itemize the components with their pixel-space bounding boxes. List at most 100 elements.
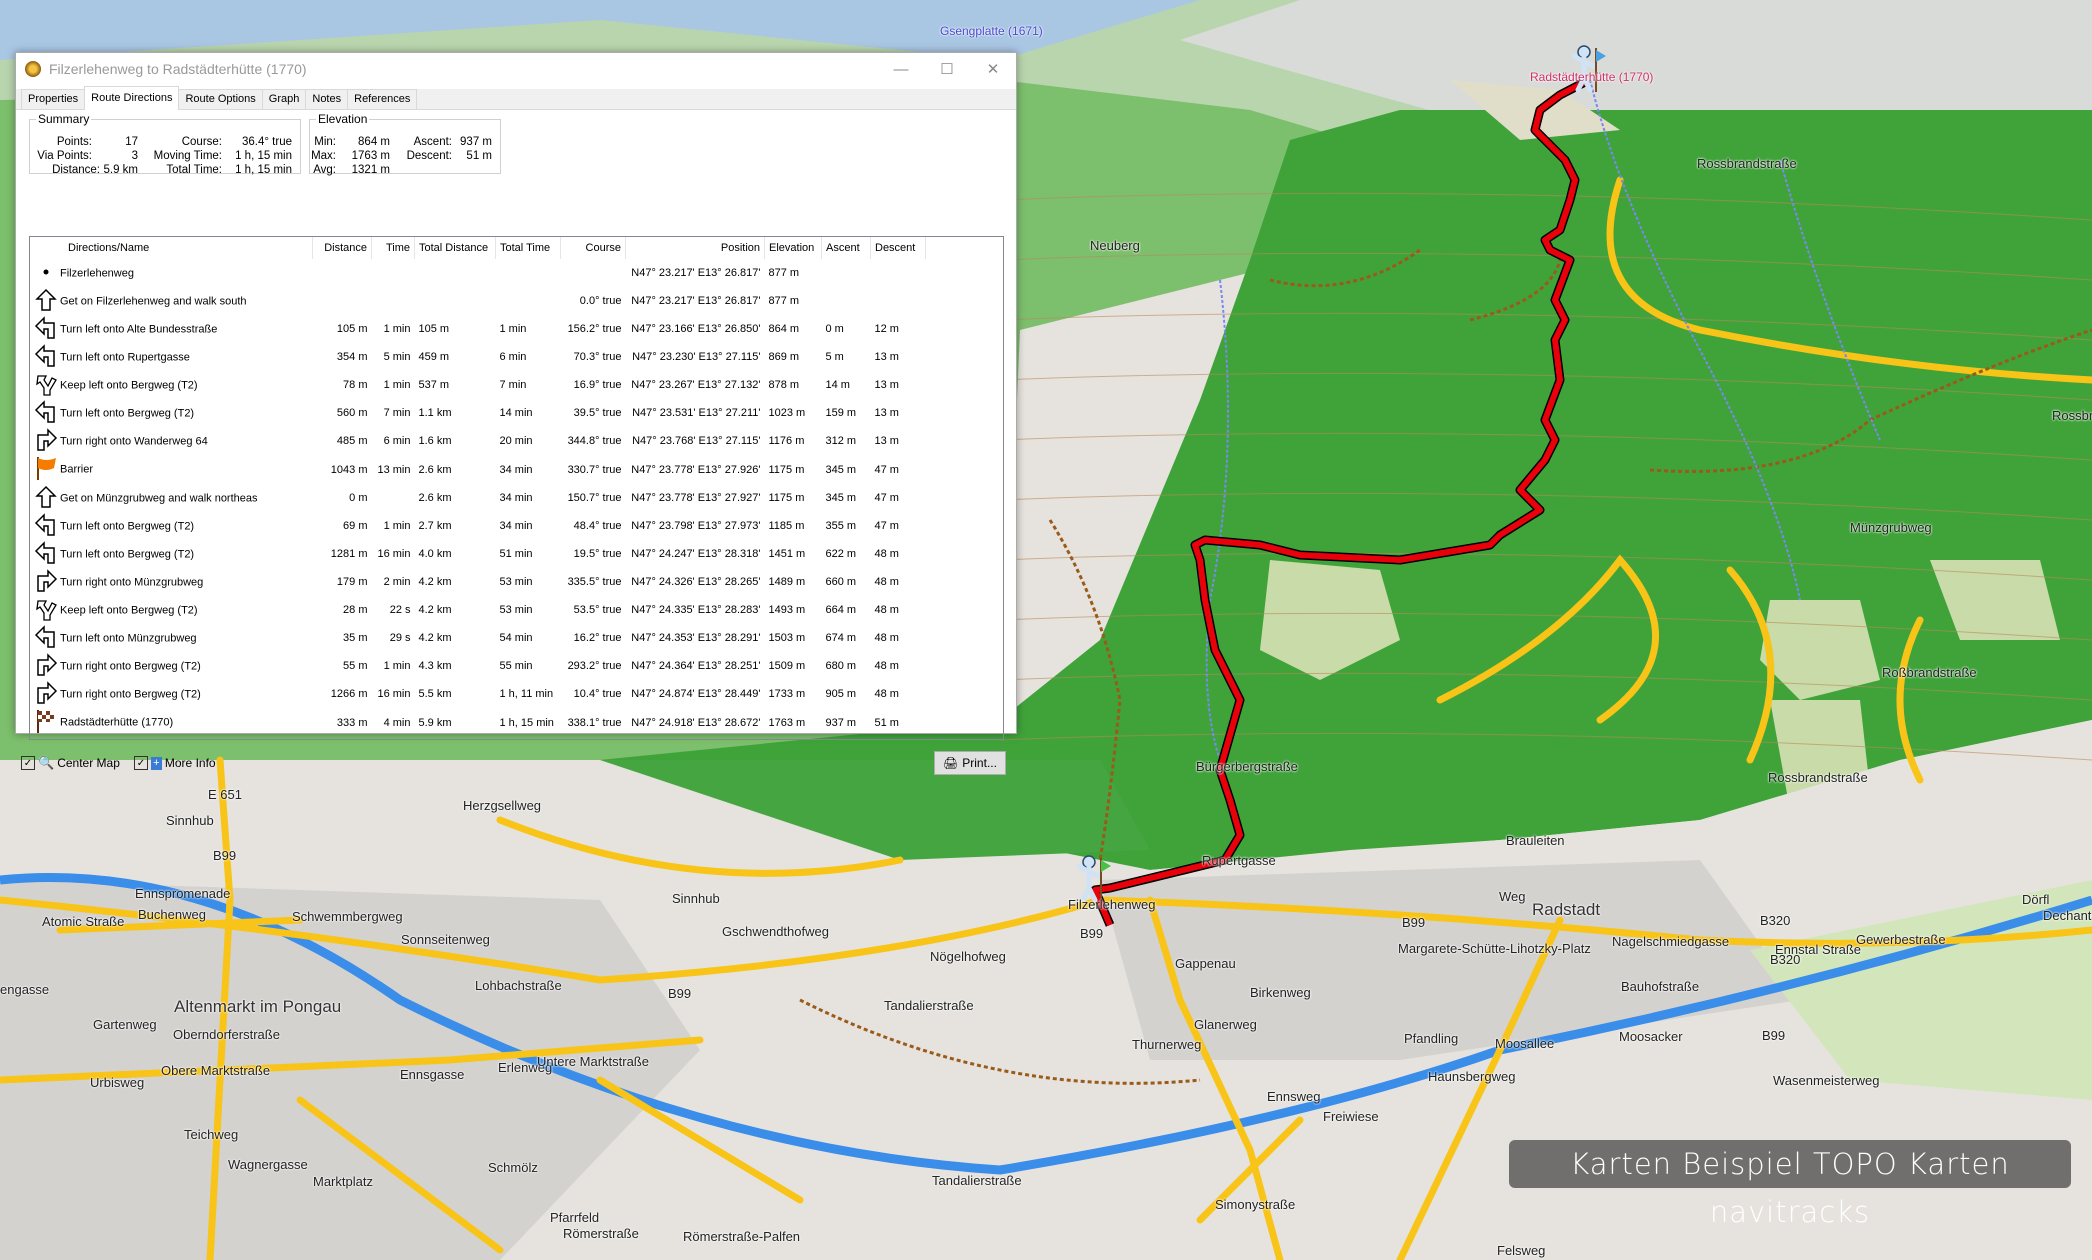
- col-header-total-distance[interactable]: Total Distance: [414, 237, 496, 259]
- title-bar[interactable]: Filzerlehenweg to Radstädterhütte (1770)…: [16, 53, 1016, 85]
- cell-position: N47° 24.247' E13° 28.318': [631, 548, 761, 560]
- tab-notes[interactable]: Notes: [305, 89, 349, 109]
- cell-total-distance: 1.6 km: [418, 435, 452, 447]
- map-label: Lohbachstraße: [475, 978, 562, 993]
- turn-left-icon: [32, 540, 60, 568]
- map-label: Tandalierstraße: [932, 1173, 1022, 1188]
- more-info-label[interactable]: More Info: [165, 756, 216, 770]
- col-header-elevation[interactable]: Elevation: [764, 237, 822, 259]
- cell-elevation: 878 m: [768, 379, 800, 391]
- cell-ascent: 0 m: [825, 323, 844, 335]
- cell-ascent: 660 m: [825, 576, 857, 588]
- table-header-row: Directions/Name Distance Time Total Dist…: [30, 237, 926, 259]
- cell-position: N47° 23.217' E13° 26.817': [631, 267, 761, 279]
- tab-route-options[interactable]: Route Options: [178, 89, 263, 109]
- dialog-footer: ✓ 🔍 Center Map ✓ + More Info 🖨 Print...: [21, 750, 1006, 776]
- cell-elevation: 1493 m: [768, 604, 806, 616]
- cell-name: Turn left onto Rupertgasse: [30, 343, 313, 371]
- minimize-button[interactable]: —: [878, 53, 924, 85]
- cell-position: N47° 24.326' E13° 28.265': [631, 576, 761, 588]
- cell-time: 13 min: [377, 463, 411, 476]
- elevation-group: Elevation Min: 864 m Max: 1763 m Avg: 13…: [309, 112, 501, 176]
- cell-total-distance: 5.9 km: [418, 716, 452, 729]
- direction-name: Turn left onto Münzgrubweg: [60, 632, 197, 644]
- print-button[interactable]: 🖨 Print...: [934, 751, 1006, 775]
- table-row[interactable]: Turn right onto Münzgrubweg 179 m 2 min 4.2…: [30, 568, 926, 596]
- more-info-checkbox[interactable]: ✓: [133, 756, 148, 770]
- course-value: 36.4° true: [242, 136, 292, 148]
- close-button[interactable]: ✕: [970, 53, 1016, 85]
- cell-distance: 78 m: [343, 379, 368, 391]
- table-row[interactable]: Turn left onto Rupertgasse 354 m 5 min 459 …: [30, 343, 926, 371]
- col-header-position[interactable]: Position: [625, 237, 765, 259]
- tab-properties[interactable]: Properties: [21, 89, 86, 109]
- col-header-total-time[interactable]: Total Time: [495, 237, 561, 259]
- table-row[interactable]: Turn left onto Bergweg (T2) 1281 m 16 min 4…: [30, 540, 926, 568]
- tab-route-directions[interactable]: Route Directions: [84, 86, 180, 110]
- maximize-button[interactable]: ☐: [924, 53, 970, 85]
- cell-descent: 48 m: [874, 632, 899, 644]
- table-row[interactable]: Keep left onto Bergweg (T2) 78 m 1 min 537 …: [30, 371, 926, 399]
- cell-position: N47° 23.166' E13° 26.850': [631, 323, 761, 335]
- turn-left-icon: [32, 624, 60, 652]
- cell-ascent: 5 m: [825, 351, 844, 363]
- map-label: Sinnhub: [672, 891, 720, 906]
- cell-time: 2 min: [383, 576, 411, 588]
- table-row[interactable]: Turn left onto Bergweg (T2) 69 m 1 min 2.7 …: [30, 512, 926, 540]
- center-map-checkbox[interactable]: ✓: [21, 756, 35, 770]
- total-time-label: Total Time:: [166, 164, 222, 176]
- col-header-time[interactable]: Time: [371, 237, 415, 259]
- col-header-descent[interactable]: Descent: [870, 237, 926, 259]
- cell-total-time: [496, 287, 561, 315]
- table-row[interactable]: Turn right onto Bergweg (T2) 1266 m 16 min…: [30, 680, 926, 708]
- table-row[interactable]: Radstädterhütte (1770) 333 m 4 min 5.9 km 1 …: [30, 708, 926, 737]
- cell-name: Radstädterhütte (1770): [30, 708, 313, 737]
- cell-total-distance: 4.2 km: [418, 632, 452, 644]
- table-row[interactable]: Keep left onto Bergweg (T2) 28 m 22 s 4.2 k…: [30, 596, 926, 624]
- map-label: Rossbrandstraße: [1768, 770, 1868, 785]
- col-header-course[interactable]: Course: [560, 237, 626, 259]
- col-header-distance[interactable]: Distance: [312, 237, 372, 259]
- tab-references[interactable]: References: [347, 89, 418, 109]
- table-row[interactable]: Get on Münzgrubweg and walk northeas 0 m 2…: [30, 484, 926, 512]
- map-label: engasse: [0, 982, 50, 997]
- table-row[interactable]: Get on Filzerlehenweg and walk south 0.0°…: [30, 287, 926, 315]
- table-row[interactable]: Turn left onto Alte Bundesstraße 105 m 1 m…: [30, 315, 926, 343]
- col-header-ascent[interactable]: Ascent: [821, 237, 871, 259]
- table-row[interactable]: Turn left onto Münzgrubweg 35 m 29 s 4.2 km…: [30, 624, 926, 652]
- moving-time-value: 1 h, 15 min: [235, 150, 292, 162]
- col-header-name[interactable]: Directions/Name: [30, 237, 313, 259]
- directions-list[interactable]: Directions/Name Distance Time Total Dist…: [29, 236, 1004, 740]
- cell-position: N47° 23.267' E13° 27.132': [631, 379, 761, 391]
- map-label: Thurnerweg: [1132, 1037, 1202, 1052]
- map-label: Römerstraße-Palfen: [683, 1229, 801, 1244]
- cell-elevation: 864 m: [768, 323, 800, 335]
- table-row[interactable]: Barrier 1043 m 13 min 2.6 km 34 min 330.7° tr…: [30, 455, 926, 484]
- cell-name: Turn left onto Bergweg (T2): [30, 540, 313, 568]
- total-time-value: 1 h, 15 min: [235, 164, 292, 176]
- direction-name: Turn left onto Bergweg (T2): [60, 548, 195, 560]
- table-row[interactable]: Filzerlehenweg N47° 23.217' E13° 26.817' 8…: [30, 259, 926, 287]
- cell-name: Turn right onto Münzgrubweg: [30, 568, 313, 596]
- cell-name: Get on Münzgrubweg and walk northeas: [30, 484, 313, 512]
- cell-time: [372, 287, 415, 315]
- cell-distance: 28 m: [343, 604, 368, 616]
- cell-name: Turn right onto Wanderweg 64: [30, 427, 313, 455]
- cell-total-distance: 4.0 km: [418, 548, 452, 560]
- cell-time: 6 min: [383, 435, 411, 447]
- cell-course: 53.5° true: [573, 604, 622, 616]
- center-map-label[interactable]: Center Map: [57, 756, 120, 770]
- map-label: Neuberg: [1090, 238, 1140, 253]
- tab-graph[interactable]: Graph: [261, 89, 307, 109]
- cell-descent: [871, 287, 926, 315]
- table-row[interactable]: Turn right onto Bergweg (T2) 55 m 1 min 4.3…: [30, 652, 926, 680]
- table-row[interactable]: Turn left onto Bergweg (T2) 560 m 7 min 1.1…: [30, 399, 926, 427]
- keep-left-icon: [32, 372, 60, 399]
- direction-name: Turn right onto Münzgrubweg: [60, 576, 204, 588]
- cell-descent: 13 m: [874, 407, 899, 419]
- cell-distance: 105 m: [336, 323, 368, 335]
- cell-ascent: 345 m: [825, 492, 857, 504]
- cell-distance: [313, 259, 372, 287]
- cell-time: 16 min: [377, 688, 411, 700]
- table-row[interactable]: Turn right onto Wanderweg 64 485 m 6 min 1.…: [30, 427, 926, 455]
